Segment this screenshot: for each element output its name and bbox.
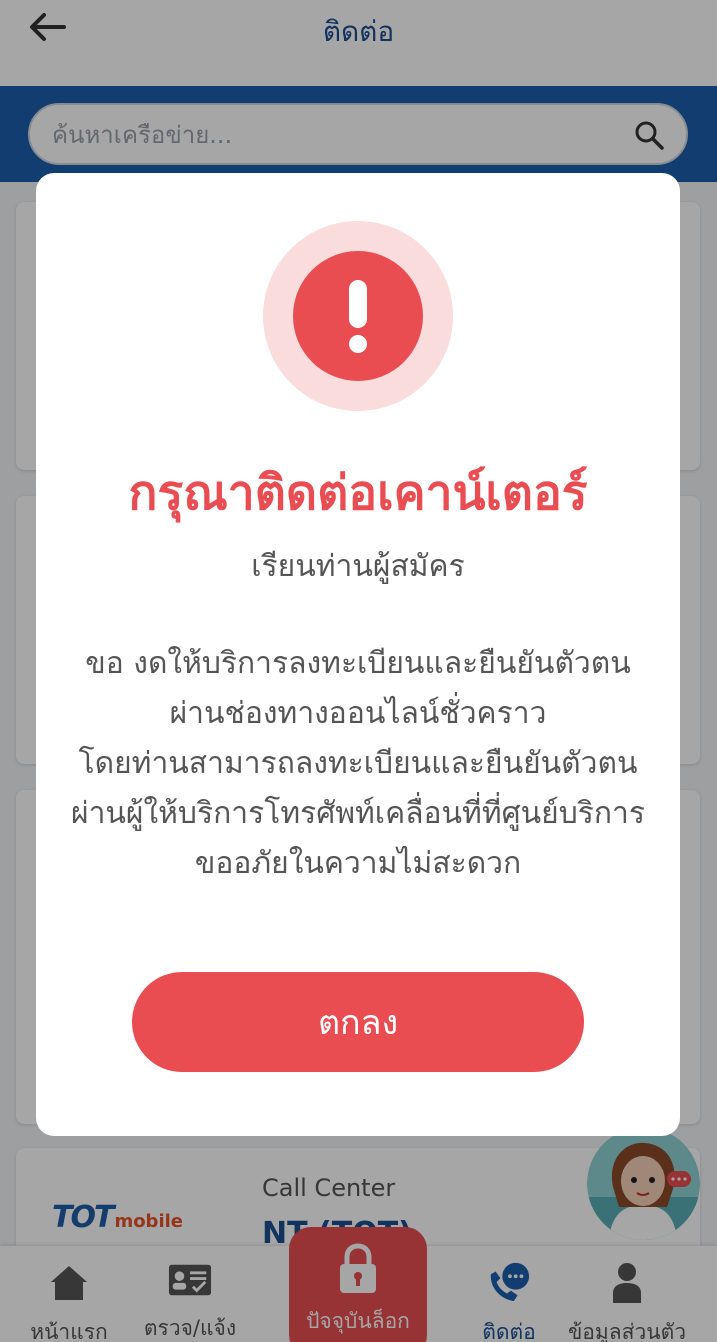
exclamation-icon <box>349 280 367 353</box>
dialog-title: กรุณาติดต่อเคาน์เตอร์ <box>128 465 588 521</box>
alert-dialog: กรุณาติดต่อเคาน์เตอร์ เรียนท่านผู้สมัคร … <box>36 173 680 1136</box>
ok-button[interactable]: ตกลง <box>132 972 584 1072</box>
alert-circle <box>293 251 423 381</box>
dialog-message: ขอ งดให้บริการลงทะเบียนและยืนยันตัวตน ผ่… <box>36 639 680 889</box>
message-line: ผ่านช่องทางออนไลน์ชั่วคราว <box>169 696 547 731</box>
message-line: โดยท่านสามารถลงทะเบียนและยืนยันตัวตน <box>78 746 638 781</box>
message-line: ขอ งดให้บริการลงทะเบียนและยืนยันตัวตน <box>85 646 631 681</box>
message-line: ขออภัยในความไม่สะดวก <box>194 846 522 881</box>
dialog-subtitle: เรียนท่านผู้สมัคร <box>251 549 465 584</box>
message-line: ผ่านผู้ให้บริการโทรศัพท์เคลื่อนที่ที่ศูน… <box>71 796 645 831</box>
alert-icon-ring <box>263 221 453 411</box>
